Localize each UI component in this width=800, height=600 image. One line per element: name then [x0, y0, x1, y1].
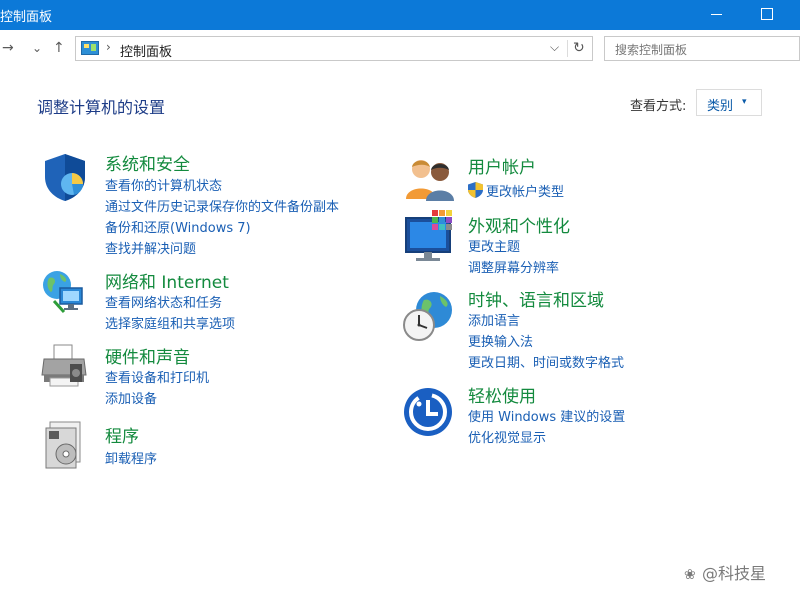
link-add-device[interactable]: 添加设备 — [105, 388, 157, 407]
uac-shield-icon — [468, 182, 483, 198]
link-troubleshoot[interactable]: 查找并解决问题 — [105, 238, 196, 257]
category-title-system-security[interactable]: 系统和安全 — [105, 150, 190, 175]
window-title: 控制面板 — [0, 10, 53, 25]
category-title-programs[interactable]: 程序 — [105, 422, 139, 447]
category-title-hardware-sound[interactable]: 硬件和声音 — [105, 343, 190, 368]
link-change-input-method[interactable]: 更换输入法 — [468, 331, 533, 350]
title-bar: 控制面板 — [0, 0, 800, 30]
network-globe-icon[interactable] — [40, 268, 90, 318]
link-add-language[interactable]: 添加语言 — [468, 310, 520, 329]
category-title-appearance-personalization[interactable]: 外观和个性化 — [468, 212, 570, 237]
link-backup-restore[interactable]: 备份和还原(Windows 7) — [105, 217, 251, 236]
users-icon[interactable] — [404, 155, 456, 203]
ease-of-access-icon[interactable] — [402, 386, 454, 438]
link-adjust-resolution[interactable]: 调整屏幕分辨率 — [468, 257, 559, 276]
breadcrumb-separator-icon: › — [106, 40, 111, 54]
programs-disc-icon[interactable] — [44, 420, 90, 470]
view-by-dropdown[interactable]: 类别 ▾ — [696, 89, 762, 116]
control-panel-icon — [81, 41, 99, 55]
shield-icon[interactable] — [40, 152, 90, 202]
category-title-network-internet[interactable]: 网络和 Internet — [105, 268, 229, 293]
link-uninstall-program[interactable]: 卸载程序 — [105, 448, 157, 467]
recent-locations-icon[interactable]: ⌄ — [32, 39, 42, 57]
link-optimize-visual-display[interactable]: 优化视觉显示 — [468, 427, 546, 446]
breadcrumb[interactable]: 控制面板 — [120, 41, 172, 60]
printer-icon[interactable] — [40, 342, 90, 390]
link-change-theme[interactable]: 更改主题 — [468, 236, 520, 255]
monitor-palette-icon[interactable] — [404, 210, 458, 266]
up-arrow-icon[interactable]: ↑ — [53, 39, 65, 57]
watermark: ❀ @科技星 — [684, 560, 766, 584]
view-by-value: 类别 — [707, 99, 734, 114]
link-devices-printers[interactable]: 查看设备和打印机 — [105, 367, 209, 386]
chevron-down-icon[interactable]: ⌵ — [550, 40, 559, 55]
search-box[interactable]: 搜索控制面板 — [604, 36, 800, 61]
link-view-computer-status[interactable]: 查看你的计算机状态 — [105, 175, 222, 194]
refresh-icon[interactable]: ↻ — [573, 40, 585, 56]
category-title-clock-language-region[interactable]: 时钟、语言和区域 — [468, 286, 604, 311]
address-divider — [567, 40, 568, 57]
link-network-status[interactable]: 查看网络状态和任务 — [105, 292, 222, 311]
link-change-account-type[interactable]: 更改帐户类型 — [486, 181, 564, 200]
navigation-bar: → ⌄ ↑ › 控制面板 ⌵ ↻ 搜索控制面板 — [0, 30, 800, 68]
category-title-user-accounts[interactable]: 用户帐户 — [468, 153, 536, 178]
forward-arrow-icon[interactable]: → — [2, 39, 14, 57]
category-title-ease-of-access[interactable]: 轻松使用 — [468, 382, 536, 407]
paw-icon: ❀ — [684, 567, 696, 583]
minimize-button[interactable] — [694, 0, 740, 30]
link-homegroup-sharing[interactable]: 选择家庭组和共享选项 — [105, 313, 235, 332]
maximize-button[interactable] — [744, 0, 790, 30]
page-title: 调整计算机的设置 — [37, 98, 166, 117]
watermark-text: @科技星 — [702, 564, 767, 583]
chevron-down-icon: ▾ — [742, 97, 747, 107]
clock-globe-icon[interactable] — [402, 290, 456, 344]
link-recommended-settings[interactable]: 使用 Windows 建议的设置 — [468, 406, 625, 425]
link-change-date-time-format[interactable]: 更改日期、时间或数字格式 — [468, 352, 624, 371]
view-by-label: 查看方式: — [630, 99, 687, 114]
link-file-history-backup[interactable]: 通过文件历史记录保存你的文件备份副本 — [105, 196, 339, 215]
search-input[interactable]: 搜索控制面板 — [615, 41, 687, 58]
address-bar[interactable]: › 控制面板 ⌵ ↻ — [75, 36, 593, 61]
